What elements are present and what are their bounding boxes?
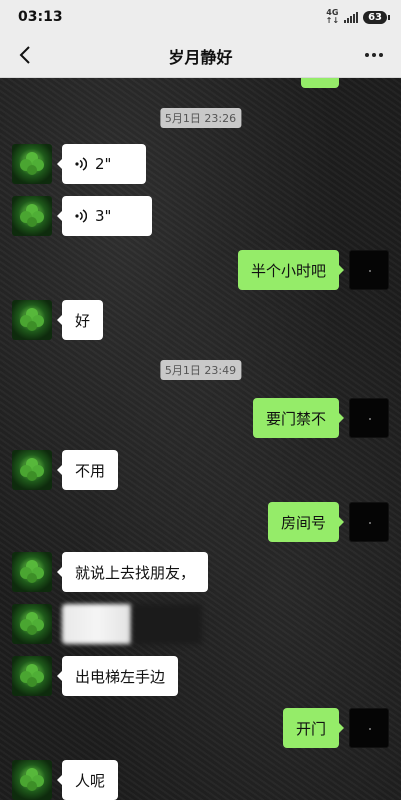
avatar[interactable] <box>349 502 389 542</box>
voice-duration: 3" <box>95 207 112 225</box>
message-row <box>0 604 401 644</box>
text-message[interactable]: 出电梯左手边 <box>56 656 179 696</box>
message-row: 就说上去找朋友， <box>0 552 401 592</box>
avatar[interactable] <box>12 300 52 340</box>
clover-icon <box>20 768 44 791</box>
chevron-left-icon <box>19 46 30 64</box>
clover-icon <box>20 308 44 331</box>
battery-icon: 63 <box>363 10 390 24</box>
data-arrows-icon: ↑↓ <box>325 16 340 25</box>
text-message[interactable]: 就说上去找朋友， <box>56 552 209 592</box>
chat-title: 岁月静好 <box>168 47 233 67</box>
message-row: 出电梯左手边 <box>0 656 401 696</box>
clover-icon <box>20 204 44 227</box>
avatar[interactable] <box>349 250 389 290</box>
message-row: 房间号 <box>0 502 401 542</box>
partial-outgoing-bubble[interactable] <box>301 78 339 88</box>
voice-message[interactable]: 2" <box>56 144 147 184</box>
clover-icon <box>20 612 44 635</box>
avatar[interactable] <box>12 552 52 592</box>
text-message[interactable]: 人呢 <box>56 760 119 800</box>
avatar[interactable] <box>349 708 389 748</box>
message-row: 2" <box>0 144 401 184</box>
timestamp: 5月1日 23:49 <box>159 360 242 380</box>
message-row: 要门禁不 <box>0 398 401 438</box>
status-time: 03:13 <box>18 9 63 25</box>
status-icons: 4G ↑↓ 63 <box>326 9 390 25</box>
text-message[interactable]: 好 <box>56 300 104 340</box>
avatar[interactable] <box>12 144 52 184</box>
text-message[interactable]: 不用 <box>56 450 119 490</box>
text-message[interactable]: 开门 <box>282 708 345 748</box>
avatar[interactable] <box>12 196 52 236</box>
clover-icon <box>20 664 44 687</box>
clover-icon <box>20 152 44 175</box>
nav-bar: 岁月静好 <box>0 34 401 78</box>
blurred-message[interactable] <box>62 604 132 644</box>
network-indicator: 4G ↑↓ <box>326 9 339 25</box>
voice-icon <box>75 157 87 171</box>
chat-area[interactable]: 5月1日 23:26 2" 3" 半个小时吧 好 5月1日 23:49 要门禁不… <box>0 78 401 800</box>
text-message[interactable]: 半个小时吧 <box>237 250 345 290</box>
voice-duration: 2" <box>95 155 112 173</box>
more-button[interactable] <box>361 42 387 68</box>
timestamp: 5月1日 23:26 <box>159 108 242 128</box>
message-row: 人呢 <box>0 760 401 800</box>
message-row: 好 <box>0 300 401 340</box>
voice-message[interactable]: 3" <box>56 196 153 236</box>
text-message[interactable]: 要门禁不 <box>252 398 345 438</box>
avatar[interactable] <box>12 656 52 696</box>
message-row: 3" <box>0 196 401 236</box>
avatar[interactable] <box>12 760 52 800</box>
avatar[interactable] <box>12 604 52 644</box>
signal-icon <box>344 11 359 23</box>
voice-icon <box>75 209 87 223</box>
avatar[interactable] <box>349 398 389 438</box>
clover-icon <box>20 458 44 481</box>
avatar[interactable] <box>12 450 52 490</box>
text-message[interactable]: 房间号 <box>267 502 345 542</box>
back-button[interactable] <box>12 42 38 68</box>
status-bar: 03:13 4G ↑↓ 63 <box>0 0 401 34</box>
message-row: 半个小时吧 <box>0 250 401 290</box>
clover-icon <box>20 560 44 583</box>
message-row: 不用 <box>0 450 401 490</box>
message-row: 开门 <box>0 708 401 748</box>
blurred-region <box>132 604 202 644</box>
